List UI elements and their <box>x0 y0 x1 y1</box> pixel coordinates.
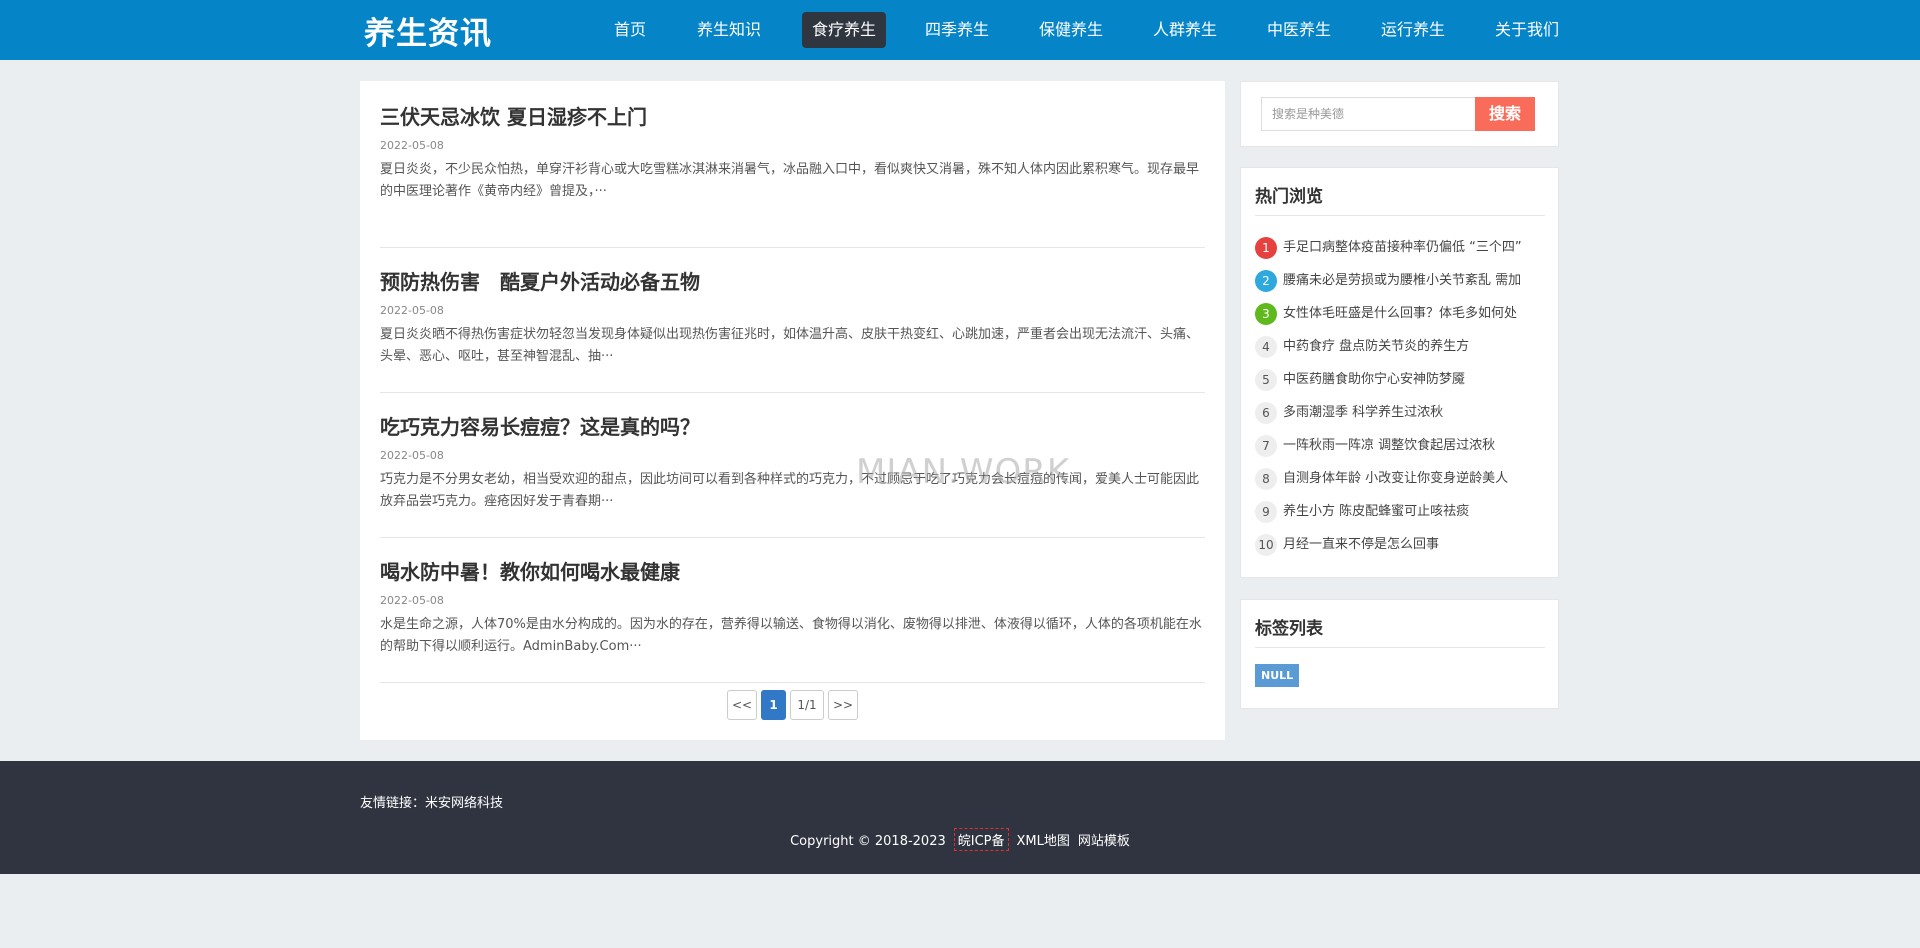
hot-list-item[interactable]: 10 月经一直来不停是怎么回事 <box>1255 534 1547 556</box>
nav-item-about[interactable]: 关于我们 <box>1485 12 1569 48</box>
hot-item-title[interactable]: 中药食疗 盘点防关节炎的养生方 <box>1283 336 1469 358</box>
search-button[interactable]: 搜索 <box>1475 97 1535 131</box>
rank-badge: 5 <box>1255 369 1277 391</box>
icp-link[interactable]: 皖ICP备 <box>953 828 1009 851</box>
nav-item-healthcare[interactable]: 保健养生 <box>1029 12 1113 48</box>
rank-badge: 8 <box>1255 468 1277 490</box>
nav-item-home[interactable]: 首页 <box>604 12 656 48</box>
hot-item-title[interactable]: 手足口病整体疫苗接种率仍偏低 “三个四” <box>1283 237 1522 259</box>
rank-badge: 7 <box>1255 435 1277 457</box>
search-input[interactable]: 搜索是种美德 <box>1261 97 1475 131</box>
hot-list-item[interactable]: 7 一阵秋雨一阵凉 调整饮食起居过浓秋 <box>1255 435 1547 457</box>
article-item: 吃巧克力容易长痘痘？这是真的吗？ 2022-05-08 巧克力是不分男女老幼，相… <box>380 393 1205 538</box>
article-title[interactable]: 预防热伤害 酷夏户外活动必备五物 <box>380 268 1205 296</box>
tag-list-title: 标签列表 <box>1255 614 1545 648</box>
rank-badge: 10 <box>1255 534 1277 556</box>
rank-badge: 6 <box>1255 402 1277 424</box>
hot-item-title[interactable]: 自测身体年龄 小改变让你变身逆龄美人 <box>1283 468 1508 490</box>
hot-list-item[interactable]: 1 手足口病整体疫苗接种率仍偏低 “三个四” <box>1255 237 1547 259</box>
copyright-text: Copyright © 2018-2023 <box>790 834 946 849</box>
hot-list-title: 热门浏览 <box>1255 182 1545 216</box>
article-excerpt: 夏日炎炎，不少民众怕热，单穿汗衫背心或大吃雪糕冰淇淋来消暑气，冰品融入口中，看似… <box>380 162 1200 199</box>
next-page-button[interactable]: >> <box>828 690 858 720</box>
article-date: 2022-05-08 <box>380 449 444 462</box>
rank-badge: 9 <box>1255 501 1277 523</box>
rank-badge: 2 <box>1255 270 1277 292</box>
hot-item-title[interactable]: 月经一直来不停是怎么回事 <box>1283 534 1439 556</box>
hot-list-item[interactable]: 2 腰痛未必是劳损或为腰椎小关节紊乱 需加 <box>1255 270 1547 292</box>
hot-list-item[interactable]: 4 中药食疗 盘点防关节炎的养生方 <box>1255 336 1547 358</box>
hot-item-title[interactable]: 中医药膳食助你宁心安神防梦魇 <box>1283 369 1465 391</box>
hot-item-title[interactable]: 多雨潮湿季 科学养生过浓秋 <box>1283 402 1443 424</box>
nav-item-exercise[interactable]: 运行养生 <box>1371 12 1455 48</box>
hot-list-item[interactable]: 8 自测身体年龄 小改变让你变身逆龄美人 <box>1255 468 1547 490</box>
nav-item-knowledge[interactable]: 养生知识 <box>687 12 771 48</box>
prev-page-button[interactable]: << <box>727 690 757 720</box>
nav-item-groups[interactable]: 人群养生 <box>1143 12 1227 48</box>
nav-item-seasons[interactable]: 四季养生 <box>915 12 999 48</box>
sitemap-link[interactable]: XML地图 <box>1017 830 1070 849</box>
article-date: 2022-05-08 <box>380 594 444 607</box>
hot-list-item[interactable]: 5 中医药膳食助你宁心安神防梦魇 <box>1255 369 1547 391</box>
watermark: MIAN.WORK <box>856 452 1071 492</box>
pagination: << 1 1/1 >> <box>360 690 1225 722</box>
template-link[interactable]: 网站模板 <box>1078 830 1130 849</box>
page-info: 1/1 <box>790 690 824 720</box>
tag-list-box: 标签列表 NULL <box>1240 599 1559 709</box>
search-box: 搜索是种美德 搜索 <box>1240 81 1559 147</box>
site-header: 养生资讯 首页 养生知识 食疗养生 四季养生 保健养生 人群养生 中医养生 运行… <box>0 0 1920 60</box>
rank-badge: 3 <box>1255 303 1277 325</box>
article-title[interactable]: 三伏天忌冰饮 夏日湿疹不上门 <box>380 103 1205 131</box>
current-page-button[interactable]: 1 <box>761 690 786 720</box>
hot-list-item[interactable]: 3 女性体毛旺盛是什么回事？体毛多如何处 <box>1255 303 1547 325</box>
hot-item-title[interactable]: 腰痛未必是劳损或为腰椎小关节紊乱 需加 <box>1283 270 1521 292</box>
article-list: 三伏天忌冰饮 夏日湿疹不上门 2022-05-08 夏日炎炎，不少民众怕热，单穿… <box>360 81 1225 740</box>
article-item: 喝水防中暑！教你如何喝水最健康 2022-05-08 水是生命之源，人体70%是… <box>380 538 1205 683</box>
nav-item-tcm[interactable]: 中医养生 <box>1257 12 1341 48</box>
hot-item-title[interactable]: 养生小方 陈皮配蜂蜜可止咳祛痰 <box>1283 501 1469 523</box>
rank-badge: 1 <box>1255 237 1277 259</box>
hot-item-title[interactable]: 一阵秋雨一阵凉 调整饮食起居过浓秋 <box>1283 435 1495 457</box>
article-title[interactable]: 喝水防中暑！教你如何喝水最健康 <box>380 558 1205 586</box>
article-item: 预防热伤害 酷夏户外活动必备五物 2022-05-08 夏日炎炎晒不得热伤害症状… <box>380 248 1205 393</box>
tag-item[interactable]: NULL <box>1255 664 1300 687</box>
article-item: 三伏天忌冰饮 夏日湿疹不上门 2022-05-08 夏日炎炎，不少民众怕热，单穿… <box>380 103 1205 248</box>
main-nav: 首页 养生知识 食疗养生 四季养生 保健养生 人群养生 中医养生 运行养生 关于… <box>0 12 1920 48</box>
friend-links[interactable]: 友情链接：米安网络科技 <box>360 792 503 811</box>
rank-badge: 4 <box>1255 336 1277 358</box>
hot-list-item[interactable]: 6 多雨潮湿季 科学养生过浓秋 <box>1255 402 1547 424</box>
hot-list-item[interactable]: 9 养生小方 陈皮配蜂蜜可止咳祛痰 <box>1255 501 1547 523</box>
article-excerpt: 巧克力是不分男女老幼，相当受欢迎的甜点，因此坊间可以看到各种样式的巧克力，不过顾… <box>380 472 1200 509</box>
article-date: 2022-05-08 <box>380 304 444 317</box>
article-date: 2022-05-08 <box>380 139 444 152</box>
article-excerpt: 水是生命之源，人体70%是由水分构成的。因为水的存在，营养得以输送、食物得以消化… <box>380 617 1202 654</box>
hot-item-title[interactable]: 女性体毛旺盛是什么回事？体毛多如何处 <box>1283 303 1517 325</box>
site-footer: 友情链接：米安网络科技 Copyright © 2018-2023 皖ICP备 XM… <box>0 761 1920 874</box>
hot-list-box: 热门浏览 1 手足口病整体疫苗接种率仍偏低 “三个四” 2 腰痛未必是劳损或为腰椎小… <box>1240 167 1559 578</box>
article-excerpt: 夏日炎炎晒不得热伤害症状勿轻忽当发现身体疑似出现热伤害征兆时，如体温升高、皮肤干… <box>380 327 1200 364</box>
copyright-bar: Copyright © 2018-2023 皖ICP备 XML地图 网站模板 <box>0 828 1920 851</box>
article-title[interactable]: 吃巧克力容易长痘痘？这是真的吗？ <box>380 413 1205 441</box>
nav-item-diet[interactable]: 食疗养生 <box>802 12 887 48</box>
